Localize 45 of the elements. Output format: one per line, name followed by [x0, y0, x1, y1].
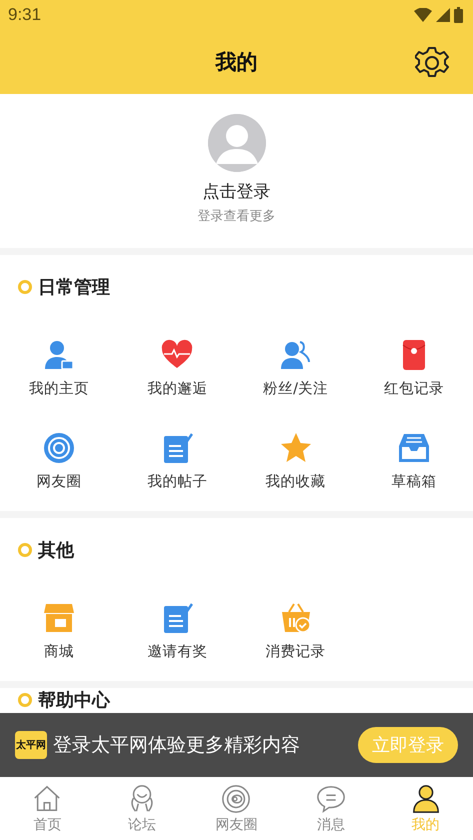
shop-icon — [43, 602, 76, 634]
section-dot-icon — [18, 280, 32, 294]
app-logo: 太平网 — [15, 731, 47, 759]
menu-item[interactable]: 网友圈 — [0, 432, 118, 491]
page-title: 我的 — [216, 49, 258, 76]
status-time: 9:31 — [8, 5, 42, 25]
tray-icon — [398, 432, 430, 464]
section-title: 帮助中心 — [38, 689, 110, 712]
heart-icon — [161, 339, 194, 371]
basket-icon — [280, 602, 312, 634]
battery-icon — [454, 7, 463, 23]
chat-bubble-icon — [316, 784, 346, 814]
section-dot-icon — [18, 543, 32, 557]
note-icon — [161, 432, 194, 464]
menu-item[interactable]: 我的收藏 — [236, 432, 355, 491]
tab[interactable]: 消息 — [284, 777, 378, 840]
tab[interactable]: 首页 — [0, 777, 95, 840]
section-title: 日常管理 — [38, 276, 110, 299]
home-icon — [32, 784, 62, 814]
person-icon — [43, 339, 76, 371]
person-icon — [410, 784, 441, 814]
menu-item[interactable]: 草稿箱 — [354, 432, 473, 491]
menu-item[interactable]: 红包记录 — [354, 339, 473, 398]
banner-text: 登录太平网体验更多精彩内容 — [53, 733, 301, 758]
section-dot-icon — [18, 693, 32, 707]
menu-item[interactable]: 我的邂逅 — [118, 339, 236, 398]
star-icon — [280, 432, 312, 464]
menu-item[interactable]: 商城 — [0, 602, 118, 661]
login-link[interactable]: 点击登录 — [202, 180, 270, 203]
menu-item[interactable]: 我的帖子 — [118, 432, 236, 491]
tab[interactable]: 网友圈 — [189, 777, 284, 840]
menu-item[interactable]: 粉丝/关注 — [236, 339, 355, 398]
menu-item[interactable]: 邀请有奖 — [118, 602, 236, 661]
wifi-icon — [414, 8, 432, 22]
orbit-icon — [221, 784, 252, 814]
section-title: 其他 — [38, 539, 74, 562]
menu-item[interactable]: 消费记录 — [236, 602, 355, 661]
settings-icon[interactable] — [415, 46, 449, 80]
tab[interactable]: 论坛 — [94, 777, 190, 840]
signal-icon — [436, 8, 450, 22]
people-icon — [280, 339, 312, 371]
menu-item[interactable]: 我的主页 — [0, 339, 118, 398]
target-icon — [43, 432, 76, 464]
note-icon — [161, 602, 194, 634]
login-hint: 登录查看更多 — [198, 208, 276, 225]
